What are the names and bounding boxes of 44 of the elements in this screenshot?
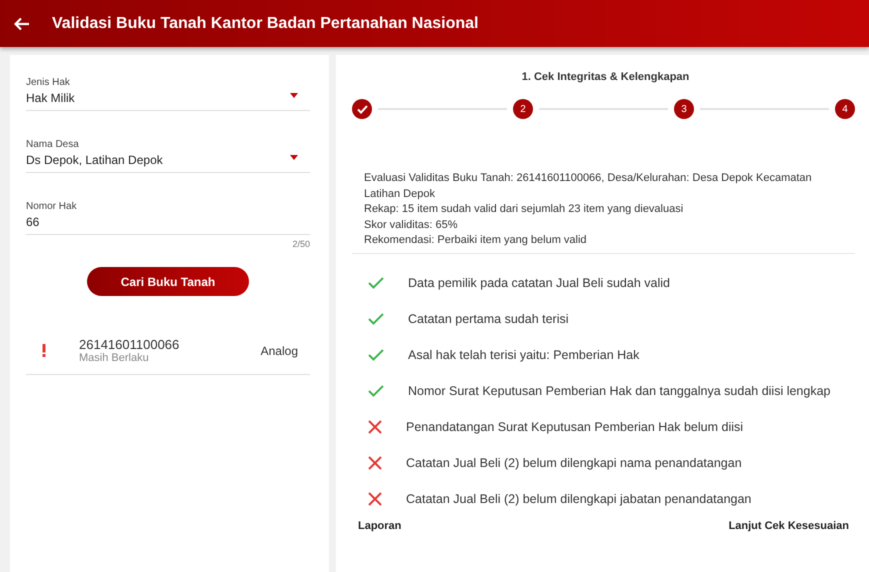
step-done-indicator[interactable]	[352, 99, 372, 119]
page-title: Validasi Buku Tanah Kantor Badan Pertanahan Nasional	[52, 14, 478, 32]
field-label: Nama Desa	[26, 139, 80, 150]
check-item-text: Nomor Surat Keputusan Pemberian Hak dan tanggalnya sudah diisi lengkap	[408, 384, 830, 398]
result-item[interactable]: 26141601100066 Masih Berlaku Analog	[26, 323, 310, 375]
check-item-text: Catatan Jual Beli (2) belum dilengkapi jabatan penandatangan	[406, 492, 752, 506]
result-status: Masih Berlaku	[79, 352, 150, 364]
check-icon	[368, 312, 384, 324]
field-value: Hak Milik	[26, 91, 76, 105]
field-value: Ds Depok, Latihan Depok	[26, 153, 164, 167]
summary-line: Rekap: 15 item sudah valid dari sejumlah 23 item yang dievaluasi	[364, 202, 684, 217]
back-arrow-icon[interactable]	[14, 16, 30, 30]
check-item-text: Asal hak telah terisi yaitu: Pemberian Hak	[408, 348, 640, 362]
step-indicator[interactable]: 3	[674, 99, 694, 119]
check-icon	[368, 348, 384, 360]
summary-line: Skor validitas: 65%	[364, 218, 459, 232]
search-button[interactable]: Cari Buku Tanah	[87, 267, 249, 296]
result-type: Analog	[260, 344, 298, 358]
summary-line: Evaluasi Validitas Buku Tanah: 26141601100066, Desa/Kelurahan: Desa Depok Kecamatan Latihan Depok	[364, 171, 813, 202]
field-label: Jenis Hak	[26, 77, 71, 88]
step-indicator[interactable]: 2	[513, 99, 533, 119]
check-icon	[368, 384, 384, 396]
character-counter: 2/50	[291, 239, 310, 249]
result-number: 26141601100066	[79, 337, 180, 352]
close-icon	[368, 492, 382, 506]
caret-icon	[290, 155, 298, 160]
dropdown-field[interactable]: Nama Desa Ds Depok, Latihan Depok	[26, 135, 310, 173]
field-label: Nomor Hak	[26, 201, 78, 212]
dropdown-field[interactable]: Jenis Hak Hak Milik	[26, 73, 310, 111]
close-icon	[368, 456, 382, 470]
step-title: 1. Cek Integritas & Kelengkapan	[520, 71, 690, 83]
check-item-text: Catatan Jual Beli (2) belum dilengkapi nama penandatangan	[406, 456, 742, 470]
input-field[interactable]: Nomor Hak 66	[26, 197, 310, 235]
summary-line: Rekomendasi: Perbaiki item yang belum valid	[364, 233, 588, 248]
caret-icon	[290, 93, 298, 98]
next-button[interactable]: Lanjut Cek Kesesuaian	[728, 520, 849, 532]
report-button[interactable]: Laporan	[358, 520, 402, 532]
field-value: 66	[26, 215, 40, 229]
check-item-text: Data pemilik pada catatan Jual Beli sudah valid	[408, 276, 670, 290]
step-indicator[interactable]: 4	[835, 99, 855, 119]
check-item-text: Penandatangan Surat Keputusan Pemberian Hak belum diisi	[406, 420, 744, 434]
check-item-text: Catatan pertama sudah terisi	[408, 312, 569, 326]
close-icon	[368, 420, 382, 434]
check-icon	[368, 276, 384, 288]
